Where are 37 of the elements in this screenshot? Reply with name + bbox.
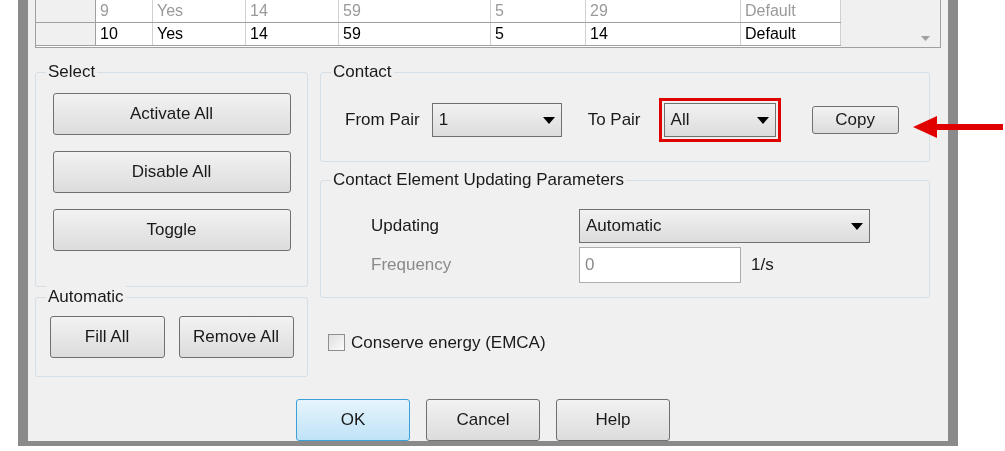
table-cell: Yes: [153, 23, 246, 45]
dropdown[interactable]: Automatic: [579, 209, 870, 243]
copy-button[interactable]: Copy: [811, 106, 899, 134]
table-cell: 5: [491, 23, 586, 45]
scrollbar[interactable]: [841, 0, 940, 47]
checkbox[interactable]: [328, 334, 345, 352]
table-cell: 5: [491, 0, 586, 22]
dropdown[interactable]: 1: [431, 103, 562, 137]
field-label: Updating: [371, 215, 441, 238]
push-button[interactable]: Fill All: [49, 316, 165, 358]
field-label: To Pair: [587, 109, 641, 132]
push-button[interactable]: Remove All: [178, 316, 294, 358]
push-button[interactable]: Activate All: [52, 93, 291, 135]
push-button[interactable]: Help: [556, 399, 670, 441]
caret-icon: [756, 116, 769, 124]
scroll-down-icon: [921, 36, 930, 41]
dropdown[interactable]: All: [663, 103, 776, 137]
push-button[interactable]: Toggle: [52, 209, 291, 251]
table-cell: 10: [96, 23, 153, 45]
table-cell: 9: [96, 0, 153, 22]
checkbox-label: Conserve energy (EMCA): [351, 332, 546, 354]
table-cell: 14: [246, 0, 339, 22]
table-cell: 29: [586, 0, 741, 22]
field-label: From Pair: [345, 109, 420, 132]
caret-icon: [542, 116, 555, 124]
push-button[interactable]: OK: [296, 399, 410, 441]
table-cell: Yes: [153, 0, 246, 22]
table-cell: 59: [339, 23, 491, 45]
caret-icon: [851, 222, 863, 230]
push-button[interactable]: Disable All: [52, 151, 291, 193]
table-cell: 14: [246, 23, 339, 45]
table-cell: 14: [586, 23, 741, 45]
unit-label: 1/s: [751, 254, 774, 277]
push-button[interactable]: Cancel: [426, 399, 540, 441]
field-label: Frequency: [371, 254, 453, 277]
table-cell: 59: [339, 0, 491, 22]
table-row[interactable]: 10 Yes 14 59 5 14 Default: [36, 23, 841, 46]
